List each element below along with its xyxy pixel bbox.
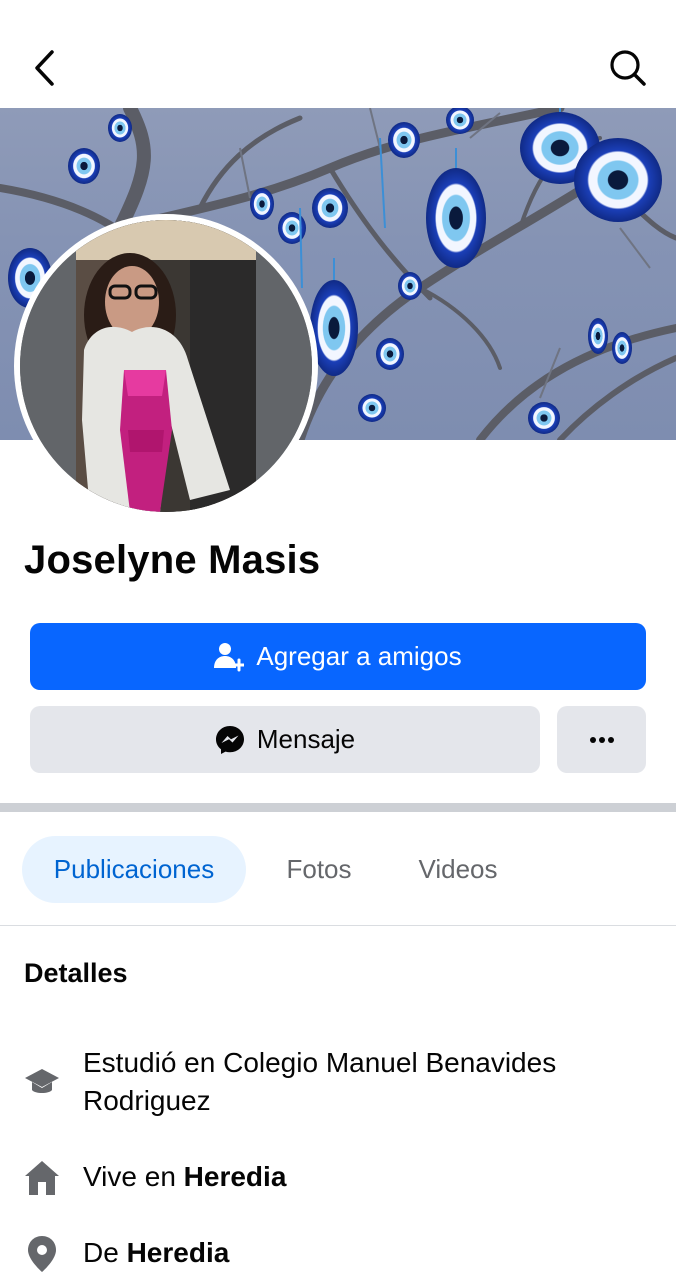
messenger-icon — [215, 725, 244, 754]
add-friend-button[interactable]: Agregar a amigos — [30, 623, 646, 690]
profile-name: Joselyne Masis — [24, 538, 321, 582]
detail-from: De Heredia — [24, 1234, 643, 1274]
more-dots-icon — [589, 736, 614, 743]
back-arrow-icon — [35, 50, 54, 86]
top-bar — [0, 0, 676, 108]
graduation-cap-icon — [24, 1062, 60, 1102]
more-options-button[interactable] — [557, 706, 646, 773]
tab-videos[interactable]: Videos — [398, 836, 518, 903]
home-icon — [24, 1158, 60, 1198]
message-label: Mensaje — [256, 724, 356, 754]
tab-label: Fotos — [286, 854, 352, 884]
details-title: Detalles — [24, 958, 128, 988]
from-city: Heredia — [126, 1237, 230, 1268]
message-button[interactable]: Mensaje — [30, 706, 540, 773]
tab-fotos[interactable]: Fotos — [266, 836, 372, 903]
tabs-divider — [0, 925, 676, 926]
detail-lives-in-text: Vive en Heredia — [83, 1161, 287, 1192]
detail-lives-in: Vive en Heredia — [24, 1158, 643, 1198]
avatar[interactable] — [20, 220, 312, 512]
detail-education: Estudió en Colegio Manuel Benavides Rodr… — [24, 1044, 643, 1120]
tab-label: Videos — [418, 854, 498, 884]
search-icon — [610, 50, 646, 86]
add-friend-label: Agregar a amigos — [256, 641, 462, 671]
back-button[interactable] — [22, 44, 66, 92]
tab-label: Publicaciones — [53, 854, 215, 884]
section-divider — [0, 803, 676, 812]
tab-publicaciones[interactable]: Publicaciones — [22, 836, 246, 903]
location-pin-icon — [24, 1234, 60, 1274]
add-friend-icon — [214, 642, 245, 671]
detail-education-text: Estudió en Colegio Manuel Benavides Rodr… — [83, 1047, 557, 1116]
lives-in-city: Heredia — [183, 1161, 287, 1192]
detail-from-text: De Heredia — [83, 1237, 230, 1268]
search-button[interactable] — [604, 44, 652, 92]
